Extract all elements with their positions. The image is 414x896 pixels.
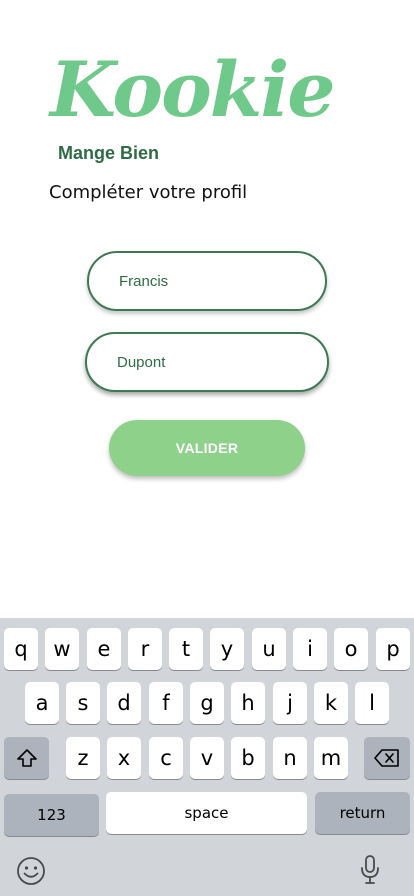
key-c[interactable]: c	[149, 737, 183, 779]
submit-button[interactable]: VALIDER	[109, 420, 305, 476]
tagline: Mange Bien	[58, 143, 160, 163]
key-e[interactable]: e	[87, 628, 121, 670]
numbers-key[interactable]: 123	[4, 794, 99, 836]
key-b[interactable]: b	[231, 737, 265, 779]
key-l[interactable]: l	[355, 682, 389, 724]
key-s[interactable]: s	[66, 682, 100, 724]
shift-key[interactable]	[4, 737, 49, 779]
key-n[interactable]: n	[273, 737, 307, 779]
key-h[interactable]: h	[231, 682, 265, 724]
key-a[interactable]: a	[25, 682, 59, 724]
key-r[interactable]: r	[128, 628, 162, 670]
key-f[interactable]: f	[149, 682, 183, 724]
backspace-icon	[374, 749, 400, 767]
last-name-field[interactable]	[85, 332, 329, 392]
key-m[interactable]: m	[314, 737, 348, 779]
key-d[interactable]: d	[107, 682, 141, 724]
first-name-field[interactable]	[87, 251, 327, 311]
key-v[interactable]: v	[190, 737, 224, 779]
key-g[interactable]: g	[190, 682, 224, 724]
key-o[interactable]: o	[334, 628, 368, 670]
key-x[interactable]: x	[107, 737, 141, 779]
key-y[interactable]: y	[210, 628, 244, 670]
logo: Kookie	[50, 45, 336, 134]
key-w[interactable]: w	[45, 628, 79, 670]
key-q[interactable]: q	[4, 628, 38, 670]
key-k[interactable]: k	[314, 682, 348, 724]
key-z[interactable]: z	[66, 737, 100, 779]
space-key[interactable]: space	[106, 792, 307, 834]
keyboard: q w e r t y u i o p a s d f g h j k l z …	[0, 618, 414, 896]
backspace-key[interactable]	[364, 737, 410, 779]
page-title: Compléter votre profil	[49, 182, 248, 203]
microphone-icon[interactable]	[360, 854, 380, 886]
emoji-icon[interactable]	[16, 856, 46, 886]
key-p[interactable]: p	[376, 628, 410, 670]
return-key[interactable]: return	[315, 792, 410, 834]
key-t[interactable]: t	[169, 628, 203, 670]
key-i[interactable]: i	[293, 628, 327, 670]
key-u[interactable]: u	[252, 628, 286, 670]
key-j[interactable]: j	[273, 682, 307, 724]
shift-icon	[16, 748, 38, 768]
